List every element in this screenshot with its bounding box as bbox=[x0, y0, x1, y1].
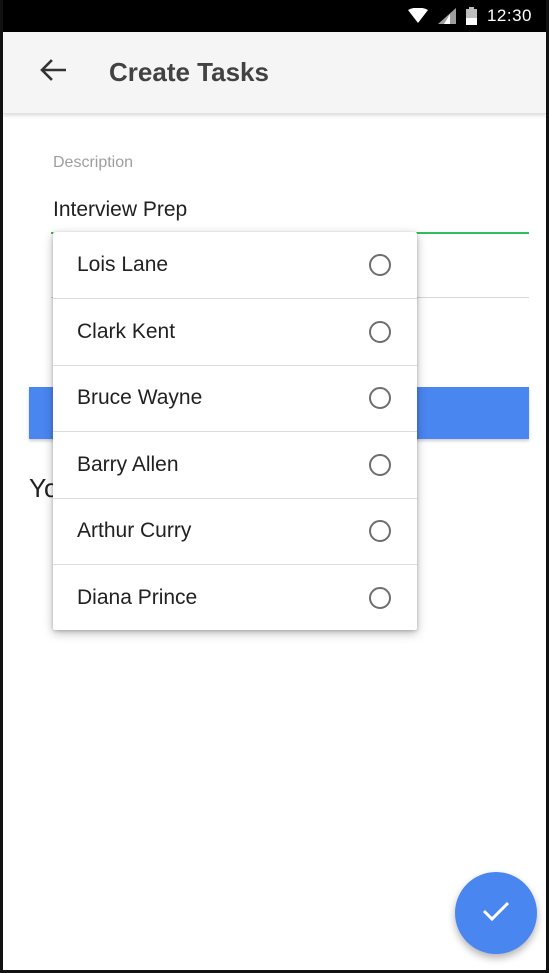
wifi-icon bbox=[407, 8, 428, 24]
option-barry-allen[interactable]: Barry Allen bbox=[53, 431, 417, 497]
option-label: Clark Kent bbox=[77, 320, 176, 344]
radio-icon[interactable] bbox=[369, 520, 391, 543]
check-icon bbox=[481, 899, 511, 928]
page-title: Create Tasks bbox=[109, 57, 269, 87]
option-bruce-wayne[interactable]: Bruce Wayne bbox=[53, 364, 417, 431]
option-diana-prince[interactable]: Diana Prince bbox=[53, 563, 417, 630]
battery-icon bbox=[465, 7, 477, 25]
device-frame: 12:30 Create Tasks Description Yo Lois L… bbox=[0, 0, 549, 973]
option-clark-kent[interactable]: Clark Kent bbox=[53, 298, 417, 364]
signal-icon bbox=[437, 8, 456, 24]
option-label: Bruce Wayne bbox=[77, 386, 203, 410]
option-label: Arthur Curry bbox=[77, 519, 192, 543]
app-bar: Create Tasks bbox=[3, 32, 546, 114]
status-bar: 12:30 bbox=[3, 0, 546, 32]
option-label: Diana Prince bbox=[77, 585, 198, 609]
radio-icon[interactable] bbox=[369, 453, 391, 476]
radio-icon[interactable] bbox=[369, 586, 391, 609]
radio-icon[interactable] bbox=[369, 387, 391, 410]
option-lois-lane[interactable]: Lois Lane bbox=[53, 232, 417, 298]
status-time: 12:30 bbox=[486, 6, 532, 25]
radio-icon[interactable] bbox=[369, 254, 391, 277]
option-label: Barry Allen bbox=[77, 452, 179, 476]
description-label: Description bbox=[53, 154, 134, 171]
option-label: Lois Lane bbox=[77, 253, 169, 277]
back-button[interactable] bbox=[31, 51, 75, 95]
description-input[interactable] bbox=[51, 188, 529, 234]
option-arthur-curry[interactable]: Arthur Curry bbox=[53, 497, 417, 564]
radio-icon[interactable] bbox=[369, 321, 391, 344]
confirm-fab[interactable] bbox=[455, 872, 537, 954]
assignee-dropdown: Lois Lane Clark Kent Bruce Wayne Barry A… bbox=[53, 232, 417, 630]
arrow-back-icon bbox=[40, 59, 67, 86]
